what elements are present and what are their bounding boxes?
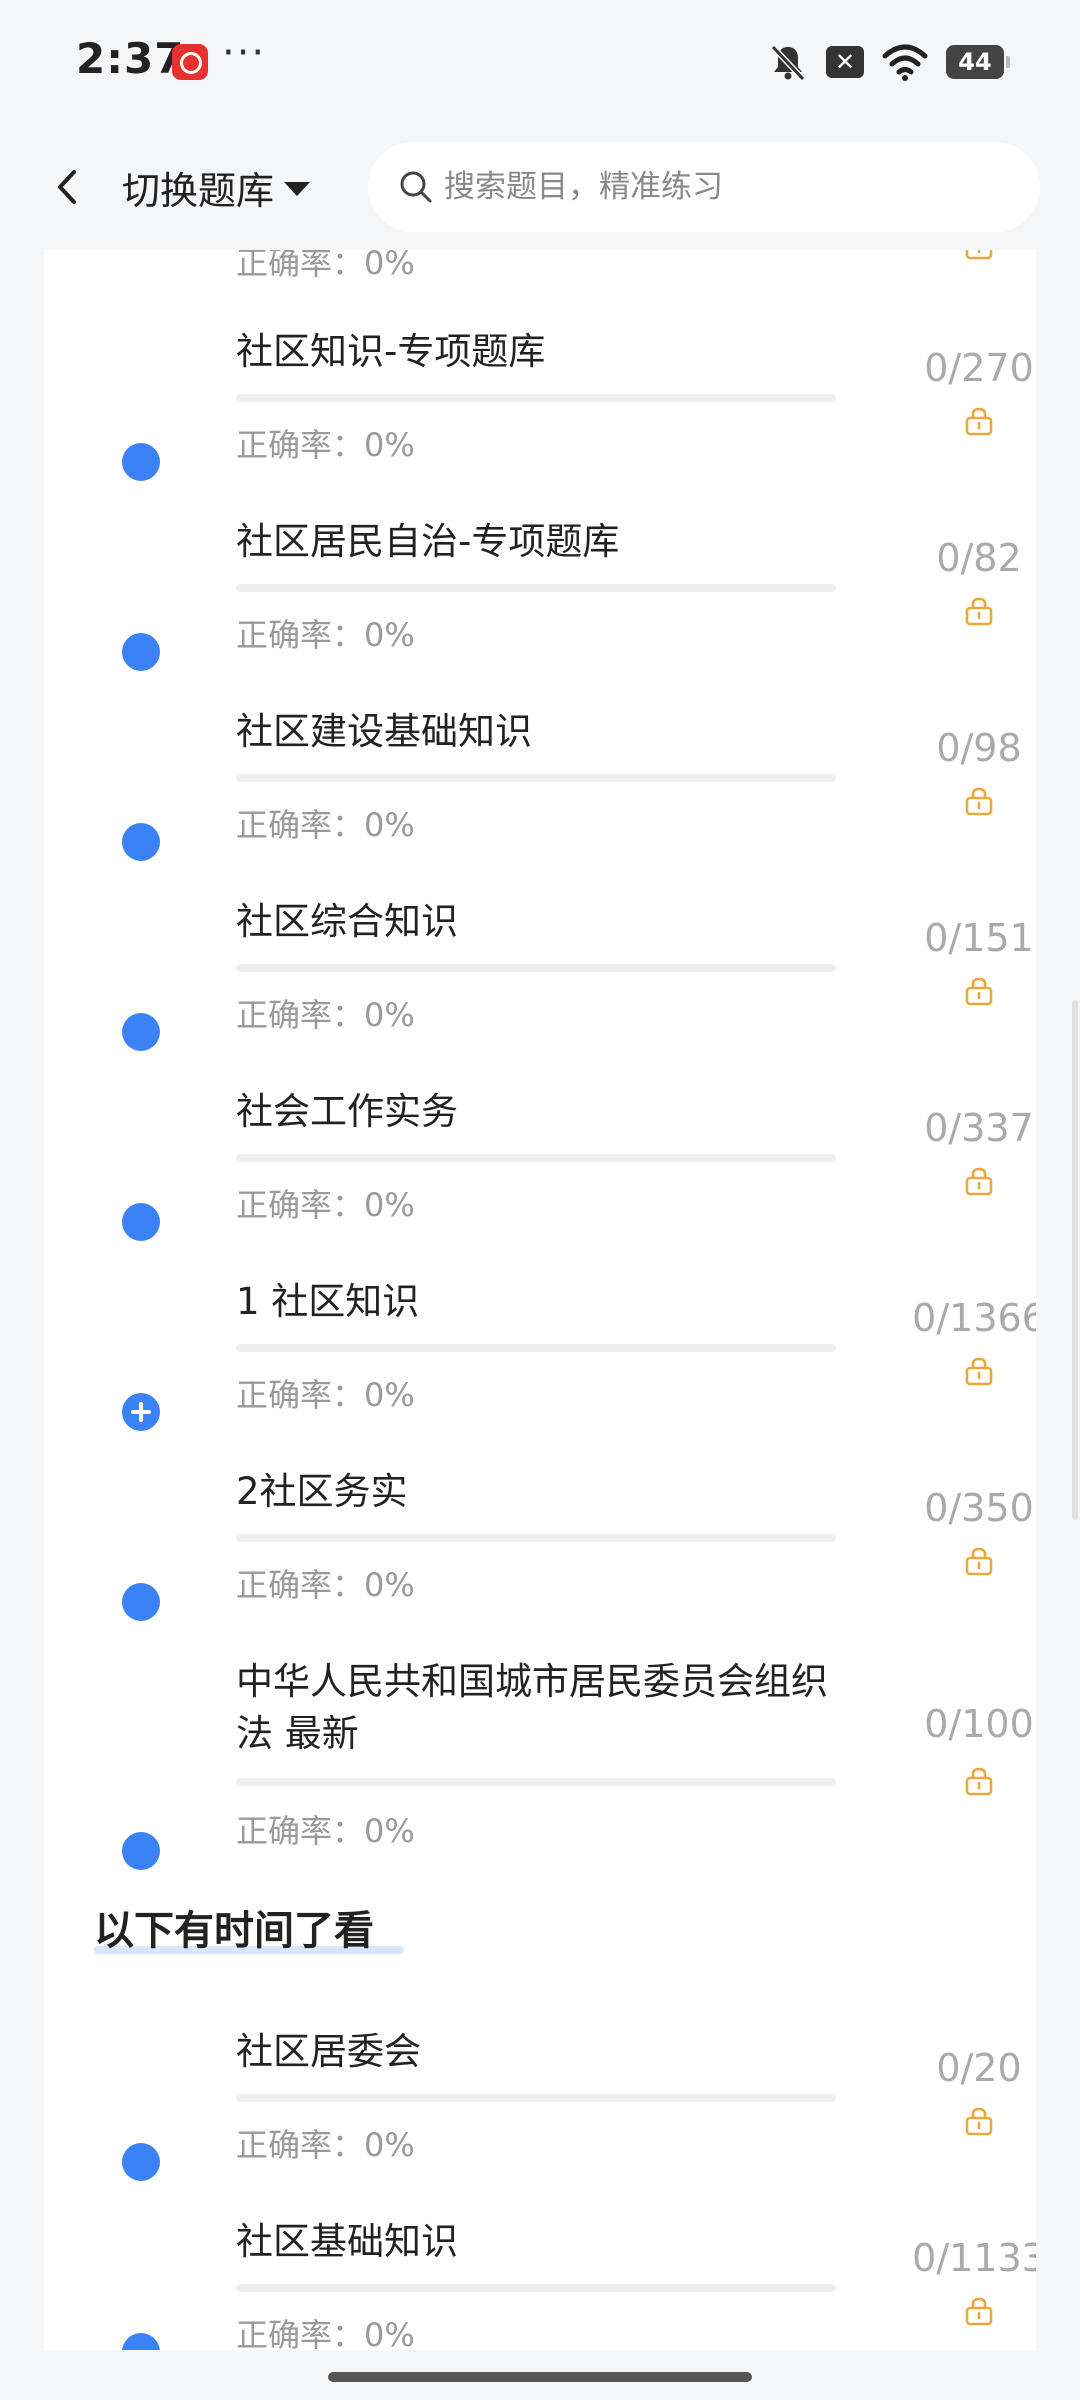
item-accuracy: 正确率：0% xyxy=(236,1186,415,1224)
lock-icon xyxy=(965,2297,993,2326)
item-count: 0/350 xyxy=(924,1486,1034,1530)
search-box[interactable] xyxy=(368,142,1040,232)
section-title: 以下有时间了看 xyxy=(94,1908,374,1954)
notification-x-icon: ✕ xyxy=(826,46,864,78)
item-count: 0/270 xyxy=(924,346,1034,390)
progress-bar xyxy=(236,2284,836,2292)
item-title: 中华人民共和国城市居民委员会组织法 最新 xyxy=(236,1660,828,1755)
item-title: 社区居委会 xyxy=(236,2030,421,2073)
item-title: 社会工作实务 xyxy=(236,1090,458,1133)
item-count: 0/1133 xyxy=(912,2236,1036,2280)
wifi-icon xyxy=(882,44,928,81)
item-accuracy: 正确率：0% xyxy=(236,996,415,1034)
chapter-dot-icon xyxy=(122,633,160,671)
bell-muted-icon xyxy=(770,44,806,82)
progress-bar xyxy=(236,1154,836,1162)
progress-bar xyxy=(236,774,836,782)
chapter-dot-icon xyxy=(122,2143,160,2181)
item-count: 0/98 xyxy=(936,726,1022,770)
lock-icon xyxy=(965,250,993,260)
item-title: 1 社区知识 xyxy=(236,1280,420,1323)
item-title: 社区知识-专项题库 xyxy=(236,330,546,373)
item-accuracy: 正确率：0% xyxy=(236,806,415,844)
item-accuracy: 正确率：0% xyxy=(236,1812,415,1850)
item-count: 0/337 xyxy=(924,1106,1034,1150)
lock-icon xyxy=(965,407,993,436)
chapter-dot-icon xyxy=(122,1583,160,1621)
lock-icon xyxy=(965,2107,993,2136)
back-arrow-icon[interactable] xyxy=(44,162,94,212)
chapter-dot-icon xyxy=(122,823,160,861)
netease-music-icon xyxy=(172,44,208,80)
chapter-dot-icon xyxy=(122,1203,160,1241)
progress-bar xyxy=(236,1534,836,1542)
progress-bar xyxy=(236,1778,836,1786)
top-header: 切换题库 xyxy=(0,124,1080,250)
caret-down-icon xyxy=(284,182,311,196)
lock-icon xyxy=(965,1547,993,1576)
lock-icon xyxy=(965,1767,993,1796)
item-title: 社区建设基础知识 xyxy=(236,710,532,753)
item-accuracy: 正确率：0% xyxy=(236,426,415,464)
lock-icon xyxy=(965,597,993,626)
progress-bar xyxy=(236,394,836,402)
chapter-dot-icon xyxy=(122,1832,160,1870)
lock-icon xyxy=(965,977,993,1006)
partial-item-accuracy: 正确率：0% xyxy=(236,250,415,282)
item-title: 2社区务实 xyxy=(236,1470,408,1513)
expand-plus-icon[interactable] xyxy=(122,1393,160,1431)
progress-bar xyxy=(236,964,836,972)
item-accuracy: 正确率：0% xyxy=(236,1566,415,1604)
item-count: 0/1366 xyxy=(912,1296,1036,1340)
more-notifications-icon: ··· xyxy=(222,30,267,76)
item-title: 社区基础知识 xyxy=(236,2220,458,2263)
lock-icon xyxy=(965,1167,993,1196)
item-count: 0/82 xyxy=(936,536,1022,580)
item-count: 0/151 xyxy=(924,916,1034,960)
home-indicator[interactable] xyxy=(328,2372,752,2382)
lock-icon xyxy=(965,787,993,816)
progress-bar xyxy=(236,584,836,592)
battery-indicator: 44 xyxy=(946,45,1010,79)
chapter-dot-icon xyxy=(122,1013,160,1051)
progress-bar xyxy=(236,1344,836,1352)
item-accuracy: 正确率：0% xyxy=(236,2126,415,2164)
chapter-dot-icon xyxy=(122,2333,160,2350)
item-title: 社区综合知识 xyxy=(236,900,458,943)
question-bank-list: 正确率：0% 社区知识-专项题库 正确率：0% 0/270 社区居民自治-专项题… xyxy=(44,250,1036,2350)
status-bar: 2:37 ··· ✕ 44 xyxy=(0,0,1080,124)
lock-icon xyxy=(965,1357,993,1386)
item-accuracy: 正确率：0% xyxy=(236,616,415,654)
progress-bar xyxy=(236,2094,836,2102)
switch-question-bank-label: 切换题库 xyxy=(122,168,275,213)
status-time: 2:37 xyxy=(76,34,185,83)
search-input[interactable] xyxy=(442,168,1006,206)
item-title: 社区居民自治-专项题库 xyxy=(236,520,620,563)
item-accuracy: 正确率：0% xyxy=(236,2316,415,2350)
switch-question-bank-button[interactable]: 切换题库 xyxy=(122,162,311,213)
item-count: 0/100 xyxy=(924,1702,1034,1746)
chapter-dot-icon xyxy=(122,443,160,481)
scrollbar[interactable] xyxy=(1072,1000,1078,1520)
item-count: 0/20 xyxy=(936,2046,1022,2090)
item-accuracy: 正确率：0% xyxy=(236,1376,415,1414)
search-icon xyxy=(400,171,432,203)
